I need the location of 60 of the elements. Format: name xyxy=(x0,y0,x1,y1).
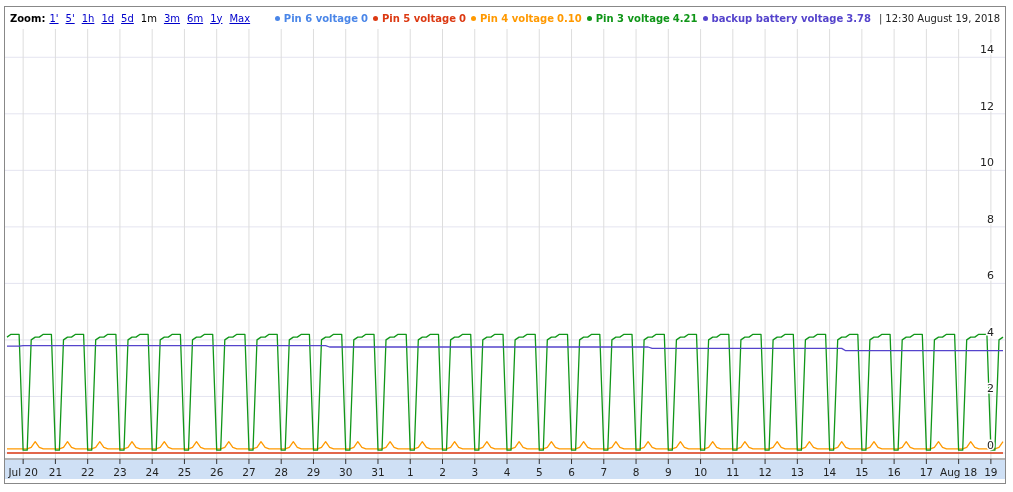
x-axis-label: 29 xyxy=(306,466,321,478)
zoom-option[interactable]: 1h xyxy=(81,10,95,26)
x-axis-label: 7 xyxy=(600,466,608,478)
y-axis-label: 10 xyxy=(980,156,994,170)
x-axis-label: 15 xyxy=(855,466,869,478)
x-axis-label: 22 xyxy=(80,466,95,478)
zoom-option[interactable]: 1' xyxy=(49,10,59,26)
x-axis-label: 12 xyxy=(758,466,772,478)
legend-value: 3.78 xyxy=(846,11,871,26)
x-axis-label: 28 xyxy=(274,466,288,478)
x-axis-label: 9 xyxy=(664,466,672,478)
y-axis-label: 6 xyxy=(987,269,994,283)
x-axis-label: 21 xyxy=(48,466,63,478)
zoom-option[interactable]: 5' xyxy=(65,10,75,26)
zoom-option[interactable]: 1y xyxy=(210,10,223,26)
x-axis-label: 30 xyxy=(339,466,353,478)
zoom-label: Zoom: xyxy=(10,11,46,26)
x-axis-label: 10 xyxy=(693,466,708,478)
legend-value: 4.21 xyxy=(672,11,698,26)
y-axis-label: 12 xyxy=(980,99,994,113)
x-axis-label: 23 xyxy=(113,466,127,478)
x-axis-label: 19 xyxy=(984,466,998,478)
x-axis-label: 25 xyxy=(177,466,192,478)
zoom-option[interactable]: Max xyxy=(229,10,251,26)
x-axis-label: 3 xyxy=(471,466,479,478)
legend-label: Pin 4 voltage xyxy=(479,11,555,26)
x-axis-label: 31 xyxy=(371,466,385,478)
x-axis-label: 24 xyxy=(145,466,159,478)
legend-value: 0.10 xyxy=(557,11,582,26)
zoom-option[interactable]: 3m xyxy=(163,10,181,26)
x-axis-label: 27 xyxy=(242,466,256,478)
separator: | xyxy=(878,11,883,26)
legend-label: Pin 5 voltage xyxy=(381,11,456,26)
x-axis-label: 1 xyxy=(406,466,414,478)
x-axis-label: Jul 20 xyxy=(8,466,38,478)
zoom-option[interactable]: 1m xyxy=(140,10,157,26)
x-axis-label: 11 xyxy=(726,466,740,478)
legend-value: 0 xyxy=(360,11,368,26)
x-axis-label: 4 xyxy=(503,466,511,478)
x-axis-label: 6 xyxy=(568,466,575,478)
x-axis-label: 26 xyxy=(210,466,224,478)
timestamp: 12:30 August 19, 2018 xyxy=(885,11,1000,26)
legend-value: 0 xyxy=(459,11,466,26)
y-axis-label: 4 xyxy=(987,325,994,339)
x-axis-label: 16 xyxy=(887,466,901,478)
x-axis-label: 8 xyxy=(632,466,640,478)
x-axis-label: 17 xyxy=(919,466,934,478)
zoom-option[interactable]: 6m xyxy=(187,10,204,26)
zoom-option[interactable]: 5d xyxy=(121,10,134,26)
x-axis-label: 13 xyxy=(790,466,805,478)
y-axis-label: 14 xyxy=(980,43,994,57)
zoom-option[interactable]: 1d xyxy=(101,10,115,26)
x-axis-label: Aug 18 xyxy=(940,466,978,478)
x-axis-label: 5 xyxy=(535,466,543,478)
y-axis-label: 8 xyxy=(987,212,994,226)
x-axis-label: 14 xyxy=(822,466,837,478)
legend-label: backup battery voltage xyxy=(711,11,844,26)
legend-label: Pin 3 voltage xyxy=(595,11,670,26)
x-axis-label: 2 xyxy=(439,466,446,478)
legend-label: Pin 6 voltage xyxy=(283,11,358,26)
